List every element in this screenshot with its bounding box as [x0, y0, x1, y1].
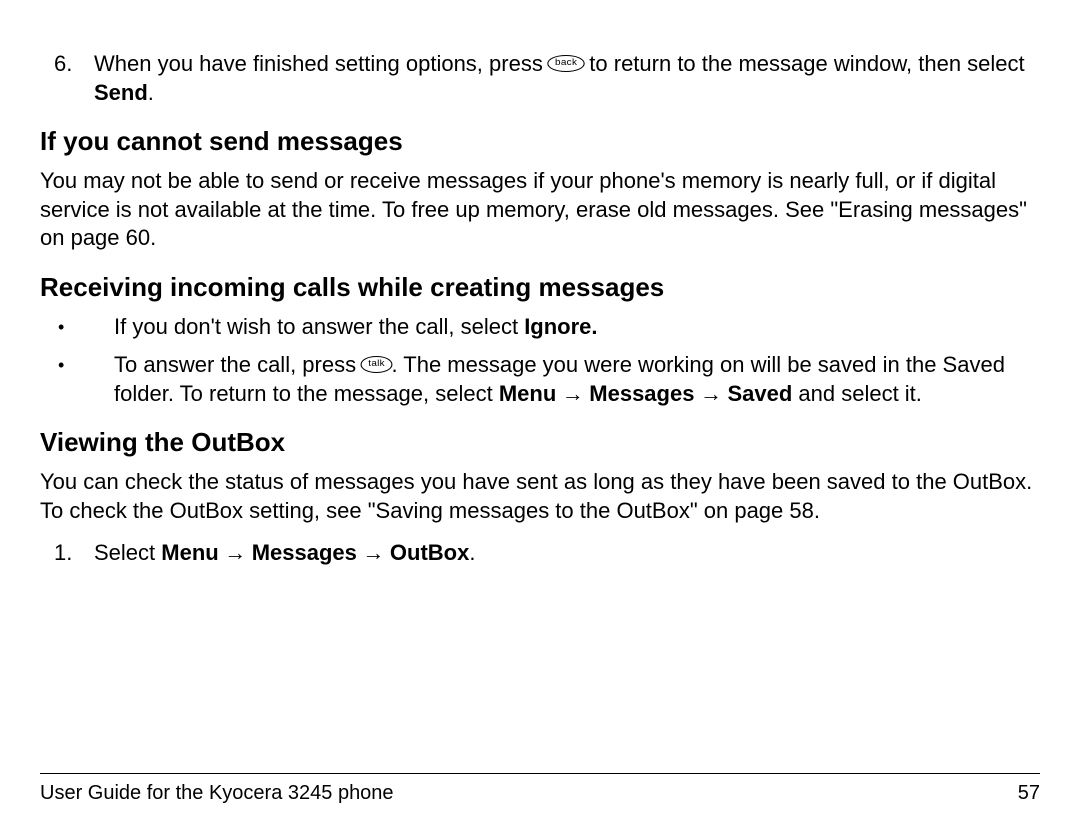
- bullet-content: To answer the call, press talk. The mess…: [114, 351, 1040, 408]
- arrow-icon: →: [219, 540, 252, 565]
- messages-label: Messages: [589, 381, 694, 406]
- footer-title: User Guide for the Kyocera 3245 phone: [40, 780, 394, 806]
- page-number: 57: [1018, 780, 1040, 806]
- bullet-mark: •: [40, 351, 114, 408]
- messages-label: Messages: [252, 540, 357, 565]
- text: Select: [94, 540, 161, 565]
- arrow-icon: →: [556, 381, 589, 406]
- step-6: 6. When you have finished setting option…: [40, 50, 1040, 107]
- text: When you have finished setting options, …: [94, 51, 549, 76]
- text: To answer the call, press: [114, 352, 362, 377]
- step-number: 1.: [40, 539, 94, 568]
- heading-cannot-send: If you cannot send messages: [40, 125, 1040, 159]
- saved-label: Saved: [727, 381, 792, 406]
- step-content: When you have finished setting options, …: [94, 50, 1040, 107]
- arrow-icon: →: [694, 381, 727, 406]
- period: .: [148, 80, 154, 105]
- text: and select it.: [792, 381, 922, 406]
- bullet-content: If you don't wish to answer the call, se…: [114, 313, 1040, 342]
- page-footer: User Guide for the Kyocera 3245 phone 57: [40, 773, 1040, 806]
- step-1-outbox: 1. Select Menu → Messages → OutBox.: [40, 539, 1040, 568]
- step-number: 6.: [40, 50, 94, 107]
- menu-label: Menu: [161, 540, 218, 565]
- text: If you don't wish to answer the call, se…: [114, 314, 524, 339]
- back-key-icon: back: [547, 55, 585, 72]
- heading-incoming-calls: Receiving incoming calls while creating …: [40, 271, 1040, 305]
- bullet-ignore: • If you don't wish to answer the call, …: [40, 313, 1040, 342]
- para-cannot-send: You may not be able to send or receive m…: [40, 167, 1040, 253]
- text: to return to the message window, then se…: [589, 51, 1024, 76]
- period: .: [469, 540, 475, 565]
- send-label: Send: [94, 80, 148, 105]
- talk-key-icon: talk: [361, 356, 393, 373]
- step-content: Select Menu → Messages → OutBox.: [94, 539, 1040, 568]
- outbox-label: OutBox: [390, 540, 469, 565]
- arrow-icon: →: [357, 540, 390, 565]
- bullet-mark: •: [40, 313, 114, 342]
- para-outbox: You can check the status of messages you…: [40, 468, 1040, 525]
- heading-outbox: Viewing the OutBox: [40, 426, 1040, 460]
- bullet-answer: • To answer the call, press talk. The me…: [40, 351, 1040, 408]
- ignore-label: Ignore.: [524, 314, 597, 339]
- menu-label: Menu: [499, 381, 556, 406]
